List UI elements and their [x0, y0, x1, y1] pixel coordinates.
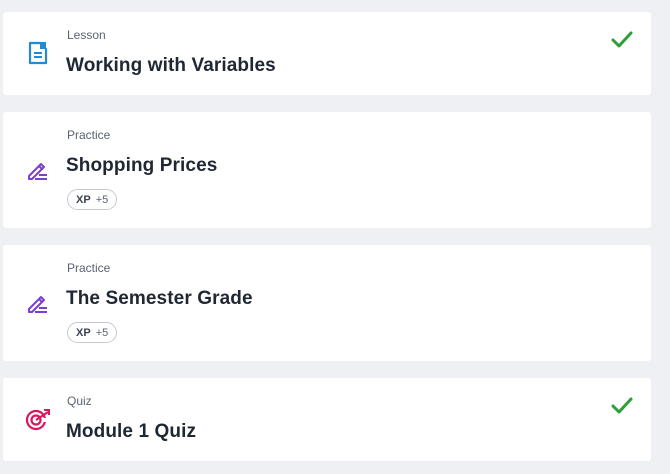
checkmark-icon — [610, 394, 634, 418]
xp-badge-value: +5 — [95, 193, 109, 206]
xp-badge-label: XP — [76, 193, 91, 206]
practice-card-semester-grade[interactable]: Practice The Semester Grade XP +5 — [3, 245, 651, 361]
item-title: Working with Variables — [66, 55, 276, 76]
lesson-card-working-with-variables[interactable]: Lesson Working with Variables — [3, 12, 651, 95]
document-icon — [25, 40, 51, 66]
item-title: The Semester Grade — [66, 288, 253, 309]
item-title: Module 1 Quiz — [66, 421, 197, 442]
item-kind-label: Quiz — [67, 394, 92, 408]
item-kind-label: Practice — [67, 261, 111, 275]
target-icon — [25, 406, 51, 432]
item-kind-label: Lesson — [67, 28, 106, 42]
item-kind-label: Practice — [67, 128, 111, 142]
pencil-icon — [25, 157, 51, 183]
practice-card-shopping-prices[interactable]: Practice Shopping Prices XP +5 — [3, 112, 651, 228]
checkmark-icon — [610, 28, 634, 52]
xp-badge: XP +5 — [67, 322, 118, 343]
item-title: Shopping Prices — [66, 155, 218, 176]
xp-badge-label: XP — [76, 326, 91, 339]
quiz-card-module-1[interactable]: Quiz Module 1 Quiz — [3, 378, 651, 461]
pencil-icon — [25, 290, 51, 316]
xp-badge-value: +5 — [95, 326, 109, 339]
xp-badge: XP +5 — [67, 189, 118, 210]
